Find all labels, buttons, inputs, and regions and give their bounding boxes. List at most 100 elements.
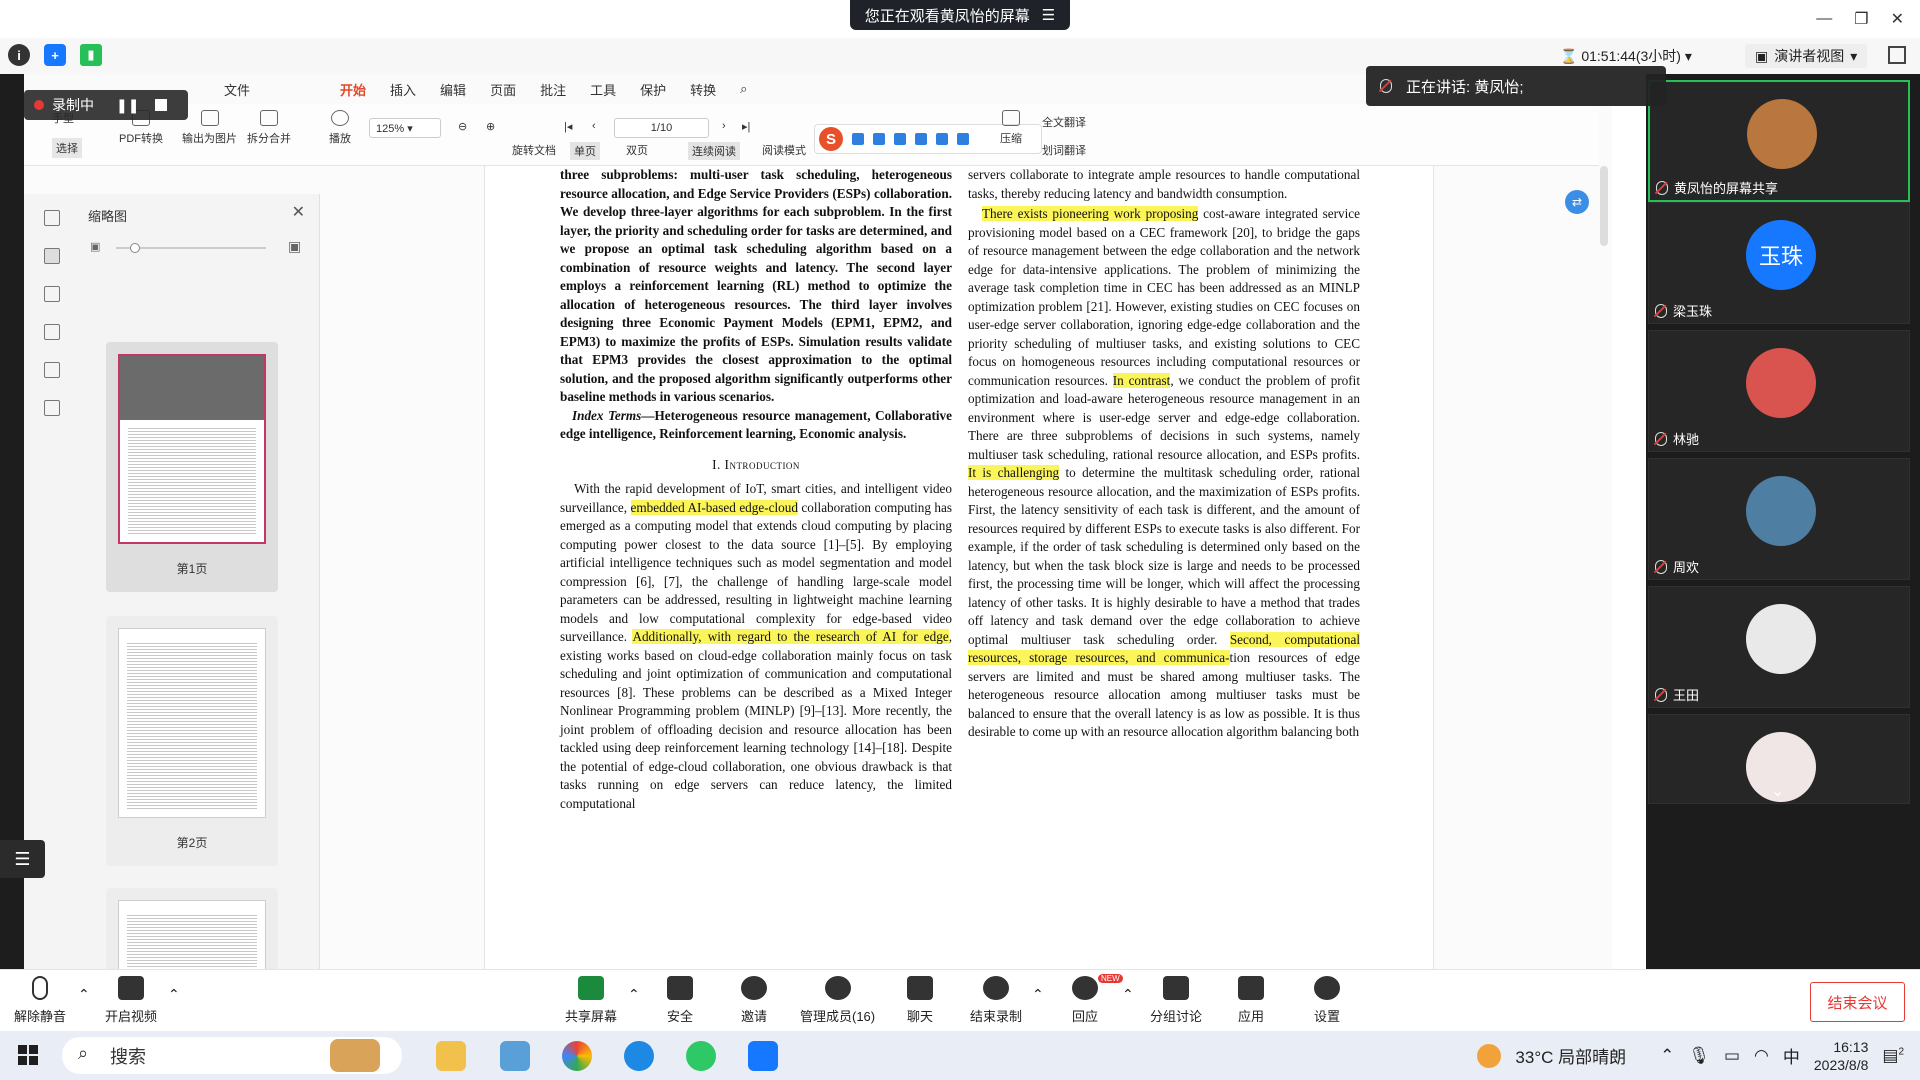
translate-float-icon[interactable]: ⇄ [1565, 190, 1589, 214]
taskbar-search[interactable]: ⌕ 搜索 [62, 1037, 402, 1074]
chevron-up-icon[interactable]: ⌃ [168, 986, 180, 1003]
menu-tab[interactable]: 编辑 [440, 80, 466, 99]
zoom-select[interactable]: 125% ▾ [369, 118, 441, 138]
next-page-icon[interactable]: › [722, 120, 726, 132]
shield-icon[interactable]: + [44, 44, 66, 66]
punctuation-icon[interactable] [873, 133, 885, 145]
menu-tab[interactable]: 保护 [640, 80, 666, 99]
split-merge-button[interactable]: 拆分合并 [247, 110, 291, 146]
word-translate-button[interactable]: 划词翻译 [1042, 142, 1086, 158]
security-button[interactable]: 安全 [667, 976, 693, 1025]
chevron-up-icon[interactable]: ⌃ [1660, 1046, 1674, 1066]
list-toggle-icon[interactable]: ☰ [0, 840, 45, 878]
file-explorer-icon[interactable] [436, 1041, 466, 1071]
close-icon[interactable]: ✕ [292, 202, 305, 222]
thumbnail-page-3[interactable] [106, 888, 278, 969]
start-video-button[interactable]: 开启视频 [105, 976, 157, 1025]
single-page-button[interactable]: 单页 [570, 142, 600, 160]
play-button[interactable]: 播放 [329, 110, 351, 146]
fullscreen-icon[interactable] [1888, 46, 1906, 64]
invite-button[interactable]: 邀请 [741, 976, 767, 1025]
unmute-button[interactable]: 解除静音 [14, 976, 66, 1025]
document-scrollbar[interactable] [1600, 166, 1608, 246]
rotate-doc-button[interactable]: 旋转文档 [512, 142, 556, 158]
tablet-app-icon[interactable] [500, 1041, 530, 1071]
meeting-timer[interactable]: ⌛ 01:51:44(3小时) ▾ [1560, 46, 1692, 66]
apps-button[interactable]: 应用 [1238, 976, 1264, 1025]
thumbnail-icon[interactable] [44, 248, 60, 264]
clock[interactable]: 16:13 2023/8/8 [1814, 1038, 1869, 1074]
settings-button[interactable]: 设置 [1314, 976, 1340, 1025]
keyboard-icon[interactable] [915, 133, 927, 145]
comment-icon[interactable] [44, 286, 60, 302]
bookmark-icon[interactable] [44, 210, 60, 226]
thumbnail-size-slider[interactable] [116, 243, 266, 253]
layers-icon[interactable] [44, 400, 60, 416]
menu-tab[interactable]: 插入 [390, 80, 416, 99]
participant-tile[interactable]: 玉珠 梁玉珠 [1648, 202, 1910, 324]
stop-icon[interactable] [155, 99, 168, 111]
voice-icon[interactable] [894, 133, 906, 145]
participant-tile[interactable]: ⌄ [1648, 714, 1910, 804]
reading-mode-button[interactable]: 阅读模式 [762, 142, 806, 158]
participant-tile[interactable]: 王田 [1648, 586, 1910, 708]
microphone-icon[interactable]: 🎙 [1688, 1046, 1710, 1066]
menu-tab[interactable]: 转换 [690, 80, 716, 99]
restore-button[interactable]: ❐ [1854, 9, 1868, 29]
chevron-down-icon[interactable]: ⌄ [1771, 781, 1784, 801]
pause-icon[interactable]: ❚❚ [116, 97, 139, 114]
page-input[interactable]: 1/10 [614, 118, 709, 138]
chevron-up-icon[interactable]: ⌃ [1122, 986, 1134, 1003]
thumbnail-page-1[interactable]: 第1页 [106, 342, 278, 592]
notification-icon[interactable]: ▤2 [1882, 1046, 1904, 1066]
double-page-button[interactable]: 双页 [626, 142, 648, 158]
first-page-icon[interactable]: |◂ [564, 120, 572, 133]
select-tool[interactable]: 选择 [52, 138, 82, 158]
manage-members-button[interactable]: 管理成员(16) [800, 976, 875, 1025]
prev-page-icon[interactable]: ‹ [592, 120, 596, 132]
chevron-up-icon[interactable]: ⌃ [628, 986, 640, 1003]
menu-tab[interactable]: 工具 [590, 80, 616, 99]
participant-tile[interactable]: 周欢 [1648, 458, 1910, 580]
ime-indicator[interactable]: 中 [1783, 1043, 1800, 1068]
chrome-icon[interactable] [562, 1041, 592, 1071]
battery-icon[interactable]: ▭ [1724, 1046, 1740, 1066]
continuous-read-button[interactable]: 连续阅读 [688, 142, 740, 160]
chevron-up-icon[interactable]: ⌃ [1032, 986, 1044, 1003]
zoom-in-icon[interactable]: ⊕ [486, 120, 495, 133]
signature-icon[interactable] [44, 362, 60, 378]
end-meeting-button[interactable]: 结束会议 [1810, 982, 1905, 1022]
menu-tab[interactable]: 页面 [490, 80, 516, 99]
participant-tile[interactable]: 黄凤怡的屏幕共享 [1648, 80, 1910, 202]
menu-tab[interactable]: 批注 [540, 80, 566, 99]
info-icon[interactable]: i [8, 44, 30, 66]
last-page-icon[interactable]: ▸| [742, 120, 750, 133]
signal-icon[interactable]: ▮ [80, 44, 102, 66]
export-image-button[interactable]: 输出为图片 [182, 110, 237, 146]
menu-tab[interactable]: 文件 [224, 80, 250, 99]
minimize-button[interactable]: — [1816, 10, 1832, 28]
speaker-view-dropdown[interactable]: ▣ 演讲者视图 ▾ [1745, 44, 1868, 68]
zoom-out-icon[interactable]: ⊖ [458, 120, 467, 133]
chat-button[interactable]: 聊天 [907, 976, 933, 1025]
list-icon[interactable]: ☰ [1042, 6, 1055, 24]
full-translate-button[interactable]: 全文翻译 [1042, 114, 1086, 130]
thumbnail-page-2[interactable]: 第2页 [106, 616, 278, 866]
ime-mode-icon[interactable] [852, 133, 864, 145]
wechat-icon[interactable] [686, 1041, 716, 1071]
end-recording-button[interactable]: 结束录制 [970, 976, 1022, 1025]
compress-button[interactable]: 压缩 [1000, 110, 1022, 146]
weather-text[interactable]: 33°C 局部晴朗 [1515, 1043, 1626, 1068]
toolbox-icon[interactable] [957, 133, 969, 145]
skin-icon[interactable] [936, 133, 948, 145]
windows-start-icon[interactable] [18, 1045, 38, 1065]
tencent-meeting-icon[interactable] [748, 1041, 778, 1071]
react-button[interactable]: 回应 [1072, 976, 1098, 1025]
slider-knob[interactable] [130, 243, 140, 253]
share-screen-button[interactable]: 共享屏幕 [565, 976, 617, 1025]
participant-tile[interactable]: 林驰 [1648, 330, 1910, 452]
search-icon[interactable]: ⌕ [740, 81, 747, 97]
close-button[interactable]: ✕ [1891, 9, 1904, 29]
wifi-icon[interactable]: ◠ [1754, 1046, 1769, 1066]
chevron-up-icon[interactable]: ⌃ [78, 986, 90, 1003]
